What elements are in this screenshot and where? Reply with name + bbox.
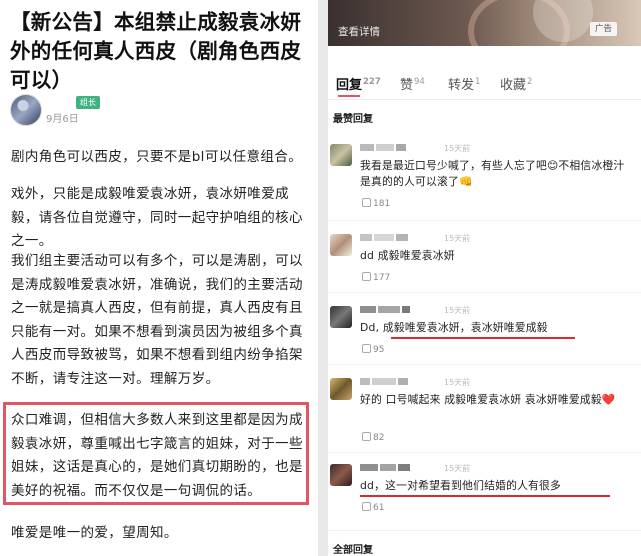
divider: [328, 530, 641, 531]
commenter-name-blurred[interactable]: [360, 144, 430, 152]
comment-text: 我看是最近口号少喊了，有些人忘了吧😊不相信冰橙汁是真的的人可以滚了👊: [360, 159, 625, 188]
commenter-avatar[interactable]: [330, 378, 352, 400]
active-tab-indicator: [338, 95, 360, 97]
tab-label: 收藏: [500, 78, 527, 93]
author-avatar[interactable]: [10, 94, 42, 126]
like-count: 177: [373, 273, 391, 283]
commenter-avatar[interactable]: [330, 234, 352, 256]
comment-time: 15天前: [444, 306, 471, 315]
panel-divider: [318, 0, 328, 556]
comment-like-button[interactable]: 82: [362, 432, 384, 443]
like-count: 61: [373, 503, 385, 513]
highlight-underline: [391, 337, 575, 339]
comment-time: 15天前: [444, 464, 471, 473]
post-paragraph: 戏外，只能是成毅唯爱袁冰妍，袁冰妍唯爱成毅，请各位自觉遵守，同时一起守护咱组的核…: [11, 186, 303, 249]
tab-label: 赞: [400, 78, 414, 93]
comment-text: dd 成毅唯爱袁冰妍: [360, 249, 455, 262]
tab-count: 227: [363, 76, 381, 87]
thumb-up-icon: [362, 344, 371, 353]
tab-count: 94: [414, 76, 425, 87]
thumb-up-icon: [362, 432, 371, 441]
commenter-name-blurred[interactable]: [360, 378, 430, 386]
author-badge: 组长: [76, 96, 100, 109]
comment-like-button[interactable]: 181: [362, 198, 390, 209]
tab-likes[interactable]: 赞94: [400, 74, 425, 93]
tab-label: 回复: [336, 78, 363, 93]
divider: [328, 292, 641, 293]
like-count: 181: [373, 199, 391, 209]
like-count: 82: [373, 433, 385, 443]
post-panel: 【新公告】本组禁止成毅袁冰妍外的任何真人西皮（剧角色西皮可以） 组长 9月6日 …: [0, 0, 318, 556]
thumb-up-icon: [362, 272, 371, 281]
comment-like-button[interactable]: 177: [362, 272, 390, 283]
tab-reposts[interactable]: 转发1: [448, 74, 480, 93]
comment-time: 15天前: [444, 234, 471, 243]
ad-label[interactable]: 广告: [590, 22, 618, 36]
thumb-up-icon: [362, 502, 371, 511]
comment-time: 15天前: [444, 378, 471, 387]
tab-favorites[interactable]: 收藏2: [500, 74, 532, 93]
commenter-name-blurred[interactable]: [360, 306, 430, 314]
tab-count: 1: [475, 76, 481, 87]
view-details-link[interactable]: 查看详情: [338, 24, 380, 39]
tab-replies[interactable]: 回复227: [336, 74, 381, 93]
post-paragraph: 唯爱是唯一的爱，望周知。: [11, 525, 178, 541]
comment-like-button[interactable]: 95: [362, 344, 384, 355]
comment-text: 好的 口号喊起来 成毅唯爱袁冰妍 袁冰妍唯爱成毅❤️: [360, 393, 616, 406]
post-date: 9月6日: [46, 114, 79, 125]
thumb-up-icon: [362, 198, 371, 207]
ad-banner[interactable]: 查看详情 广告: [328, 0, 641, 46]
divider: [328, 99, 641, 100]
post-title: 【新公告】本组禁止成毅袁冰妍外的任何真人西皮（剧角色西皮可以）: [10, 10, 302, 92]
post-paragraph: 我们组主要活动可以有多个，可以是涛剧，可以是涛成毅唯爱袁冰妍，准确说，我们的主要…: [11, 253, 303, 387]
comment-time: 15天前: [444, 144, 471, 153]
comment-text: dd，这一对希望看到他们结婚的人有很多: [360, 479, 562, 492]
tab-count: 2: [527, 76, 533, 87]
section-all-replies: 全部回复: [333, 545, 373, 556]
commenter-avatar[interactable]: [330, 306, 352, 328]
section-hot-replies: 最赞回复: [333, 114, 373, 125]
highlight-box: [3, 402, 309, 505]
comment-text: Dd, 成毅唯爱袁冰妍，袁冰妍唯爱成毅: [360, 321, 548, 334]
post-paragraph: 剧内角色可以西皮，只要不是bl可以任意组合。: [11, 149, 303, 165]
tab-label: 转发: [448, 78, 475, 93]
tab-bar: 回复227 赞94 转发1 收藏2: [336, 74, 636, 94]
divider: [328, 452, 641, 453]
highlight-underline: [360, 495, 610, 497]
like-count: 95: [373, 345, 385, 355]
commenter-avatar[interactable]: [330, 464, 352, 486]
comment-like-button[interactable]: 61: [362, 502, 384, 513]
divider: [328, 220, 641, 221]
commenter-name-blurred[interactable]: [360, 234, 430, 242]
commenter-avatar[interactable]: [330, 144, 352, 166]
divider: [328, 364, 641, 365]
commenter-name-blurred[interactable]: [360, 464, 430, 472]
comments-panel: 查看详情 广告 回复227 赞94 转发1 收藏2 最赞回复 15天前 我看是最…: [328, 0, 641, 556]
